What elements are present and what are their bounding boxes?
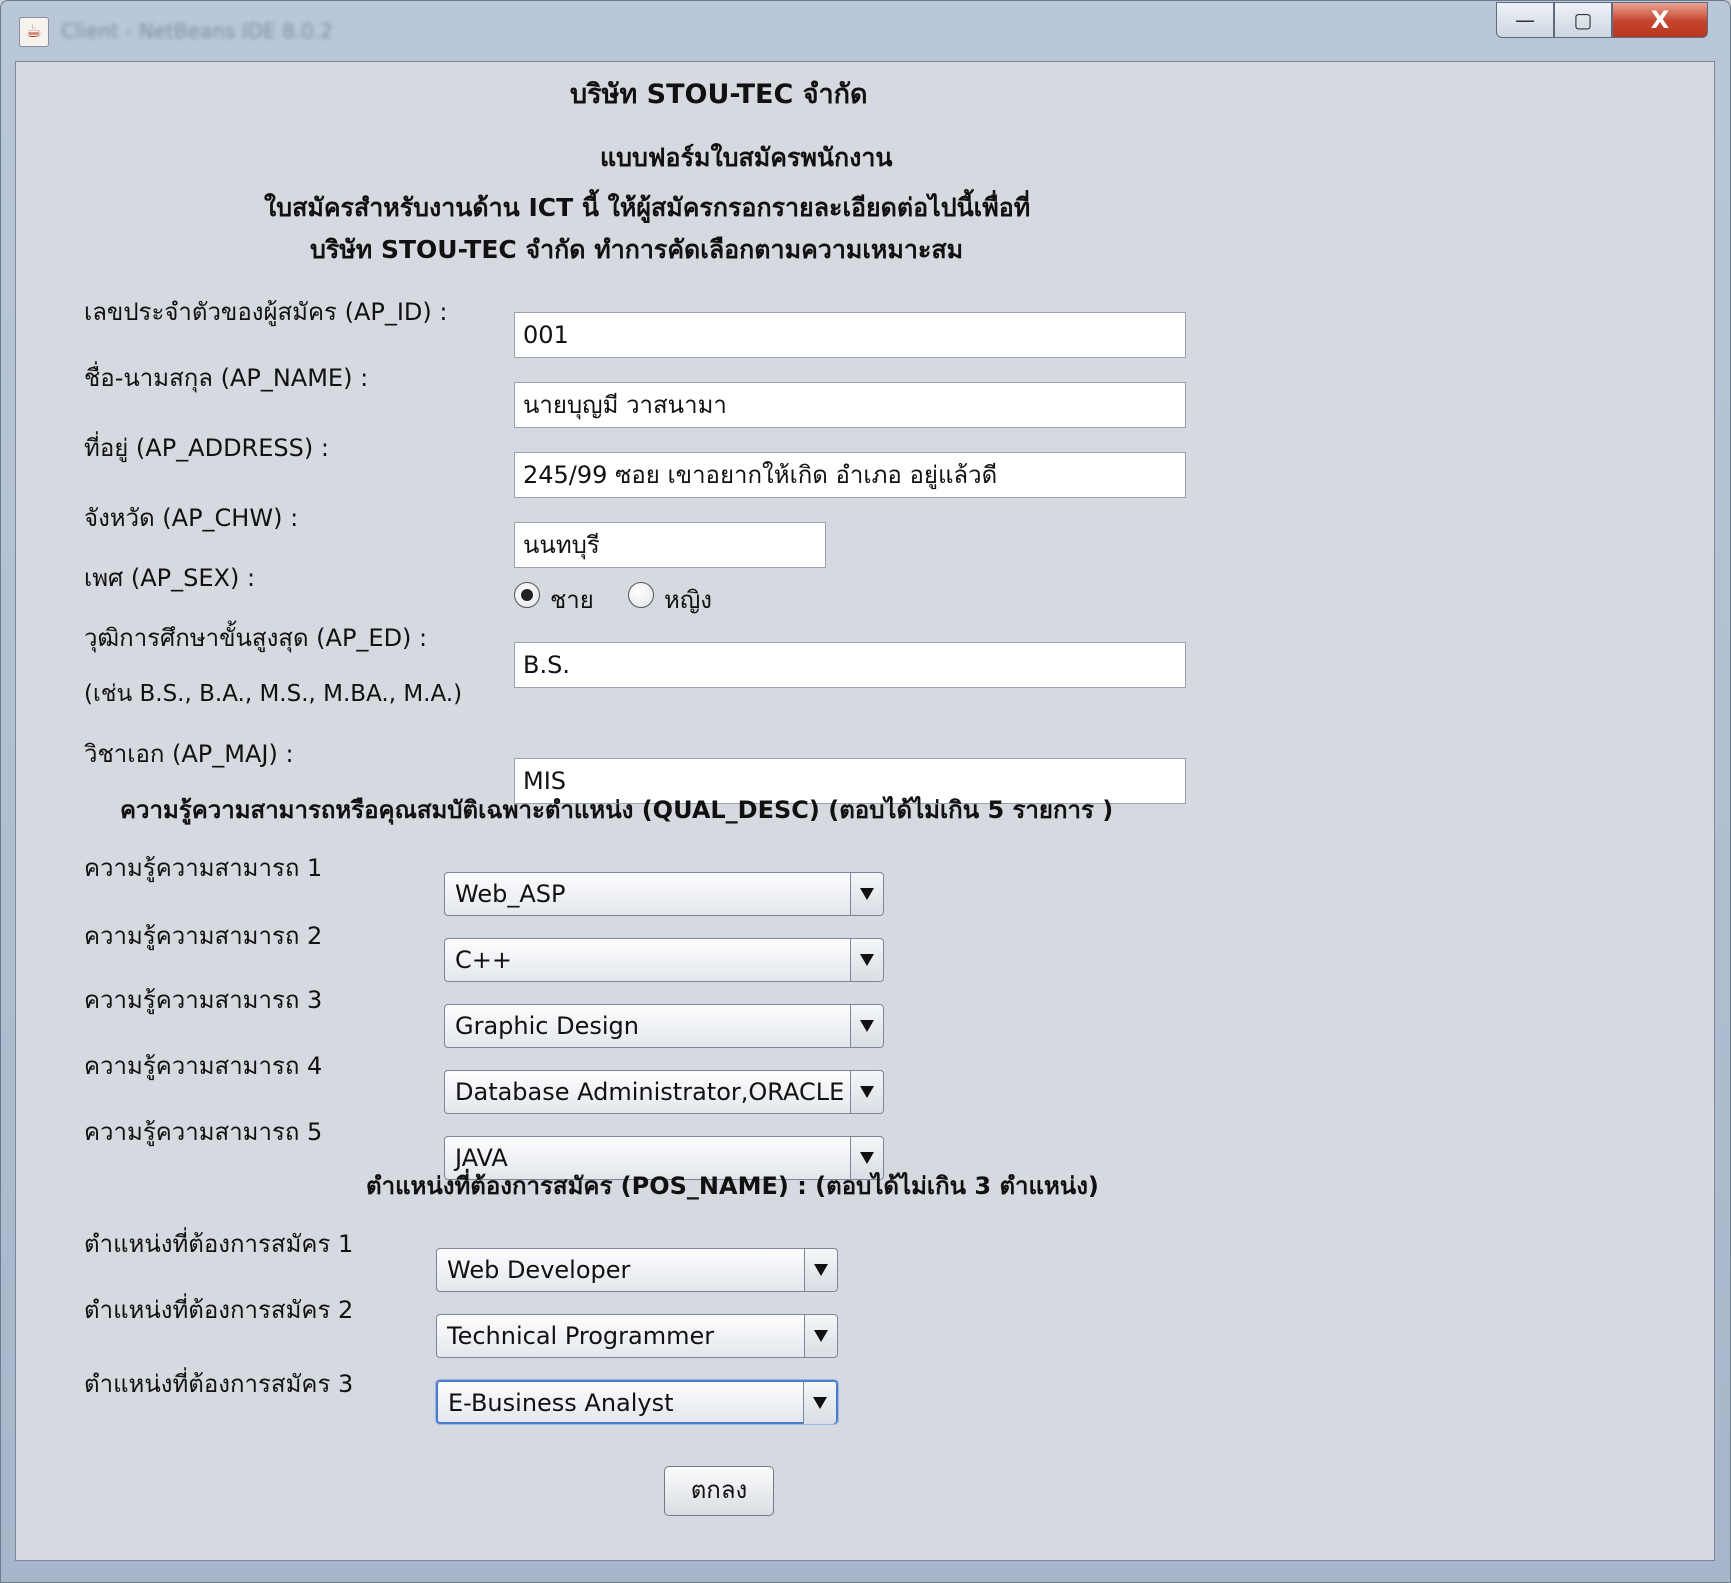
intro-line-1: ใบสมัครสำหรับงานด้าน ICT นี้ ให้ผู้สมัคร… [264, 193, 1031, 222]
ap-ed-label: วุฒิการศึกษาขั้นสูงสุด (AP_ED) : [84, 624, 428, 652]
ap-ed-input[interactable]: B.S. [514, 642, 1186, 688]
form-title: แบบฟอร์มใบสมัครพนักงาน [600, 143, 893, 172]
pos-3-value: E-Business Analyst [448, 1389, 674, 1417]
qual-3-value: Graphic Design [455, 1012, 639, 1040]
ap-ed-hint: (เช่น B.S., B.A., M.S., M.BA., M.A.) [84, 681, 463, 707]
ok-button[interactable]: ตกลง [664, 1466, 774, 1516]
pos-1-value: Web Developer [447, 1256, 631, 1284]
ap-id-input[interactable]: 001 [514, 312, 1186, 358]
application-window: ☕ Client - NetBeans IDE 8.0.2 — ▢ X บริษ… [0, 0, 1731, 1583]
pos-2-label: ตำแหน่งที่ต้องการสมัคร 2 [84, 1296, 354, 1324]
pos-1-combo[interactable]: Web Developer [436, 1248, 838, 1292]
qual-1-value: Web_ASP [455, 880, 566, 908]
positions-section-title: ตำแหน่งที่ต้องการสมัคร (POS_NAME) : (ตอบ… [366, 1172, 1099, 1200]
chevron-down-icon[interactable] [804, 1249, 837, 1291]
ap-chw-input[interactable]: นนทบุรี [514, 522, 826, 568]
chevron-down-icon[interactable] [850, 1005, 883, 1047]
qual-5-label: ความรู้ความสามารถ 5 [84, 1118, 323, 1146]
pos-2-value: Technical Programmer [447, 1322, 715, 1350]
window-controls: — ▢ X [1496, 2, 1708, 42]
qual-3-combo[interactable]: Graphic Design [444, 1004, 884, 1048]
qual-1-combo[interactable]: Web_ASP [444, 872, 884, 916]
qualifications-section-title: ความรู้ความสามารถหรือคุณสมบัติเฉพาะตำแหน… [120, 796, 1114, 824]
intro-line-2: บริษัท STOU-TEC จำกัด ทำการคัดเลือกตามคว… [310, 235, 964, 264]
pos-3-label: ตำแหน่งที่ต้องการสมัคร 3 [84, 1370, 354, 1398]
chevron-down-icon[interactable] [850, 939, 883, 981]
sex-male-label[interactable]: ชาย [550, 580, 594, 619]
form-panel: บริษัท STOU-TEC จำกัด แบบฟอร์มใบสมัครพนั… [15, 61, 1715, 1561]
chevron-down-icon[interactable] [804, 1315, 837, 1357]
sex-female-label[interactable]: หญิง [664, 580, 712, 619]
sex-female-radio[interactable] [628, 582, 654, 608]
qual-4-combo[interactable]: Database Administrator,ORACLE [444, 1070, 884, 1114]
java-app-icon: ☕ [19, 17, 49, 47]
pos-3-combo[interactable]: E-Business Analyst [436, 1380, 838, 1424]
pos-1-label: ตำแหน่งที่ต้องการสมัคร 1 [84, 1230, 354, 1258]
title-bar[interactable]: ☕ Client - NetBeans IDE 8.0.2 — ▢ X [1, 1, 1730, 61]
qual-2-combo[interactable]: C++ [444, 938, 884, 982]
ap-name-label: ชื่อ-นามสกุล (AP_NAME) : [84, 364, 369, 392]
ap-chw-label: จังหวัด (AP_CHW) : [84, 504, 299, 532]
maximize-button[interactable]: ▢ [1554, 2, 1612, 38]
company-title: บริษัท STOU-TEC จำกัด [570, 79, 868, 110]
ap-address-input[interactable]: 245/99 ซอย เขาอยากให้เกิด อำเภอ อยู่แล้ว… [514, 452, 1186, 498]
qual-2-value: C++ [455, 946, 512, 974]
chevron-down-icon[interactable] [850, 1071, 883, 1113]
qual-1-label: ความรู้ความสามารถ 1 [84, 854, 323, 882]
ap-id-label: เลขประจำตัวของผู้สมัคร (AP_ID) : [84, 298, 448, 326]
qual-4-label: ความรู้ความสามารถ 4 [84, 1052, 323, 1080]
ap-maj-label: วิชาเอก (AP_MAJ) : [84, 740, 294, 768]
close-button[interactable]: X [1612, 2, 1708, 38]
qual-2-label: ความรู้ความสามารถ 2 [84, 922, 323, 950]
sex-male-radio[interactable] [514, 582, 540, 608]
chevron-down-icon[interactable] [803, 1382, 836, 1424]
minimize-button[interactable]: — [1496, 2, 1554, 38]
window-title: Client - NetBeans IDE 8.0.2 [61, 19, 333, 43]
qual-3-label: ความรู้ความสามารถ 3 [84, 986, 323, 1014]
ap-sex-label: เพศ (AP_SEX) : [84, 564, 256, 592]
pos-2-combo[interactable]: Technical Programmer [436, 1314, 838, 1358]
ap-address-label: ที่อยู่ (AP_ADDRESS) : [84, 434, 329, 462]
qual-4-value: Database Administrator,ORACLE [455, 1078, 845, 1106]
ap-name-input[interactable]: นายบุญมี วาสนามา [514, 382, 1186, 428]
chevron-down-icon[interactable] [850, 873, 883, 915]
